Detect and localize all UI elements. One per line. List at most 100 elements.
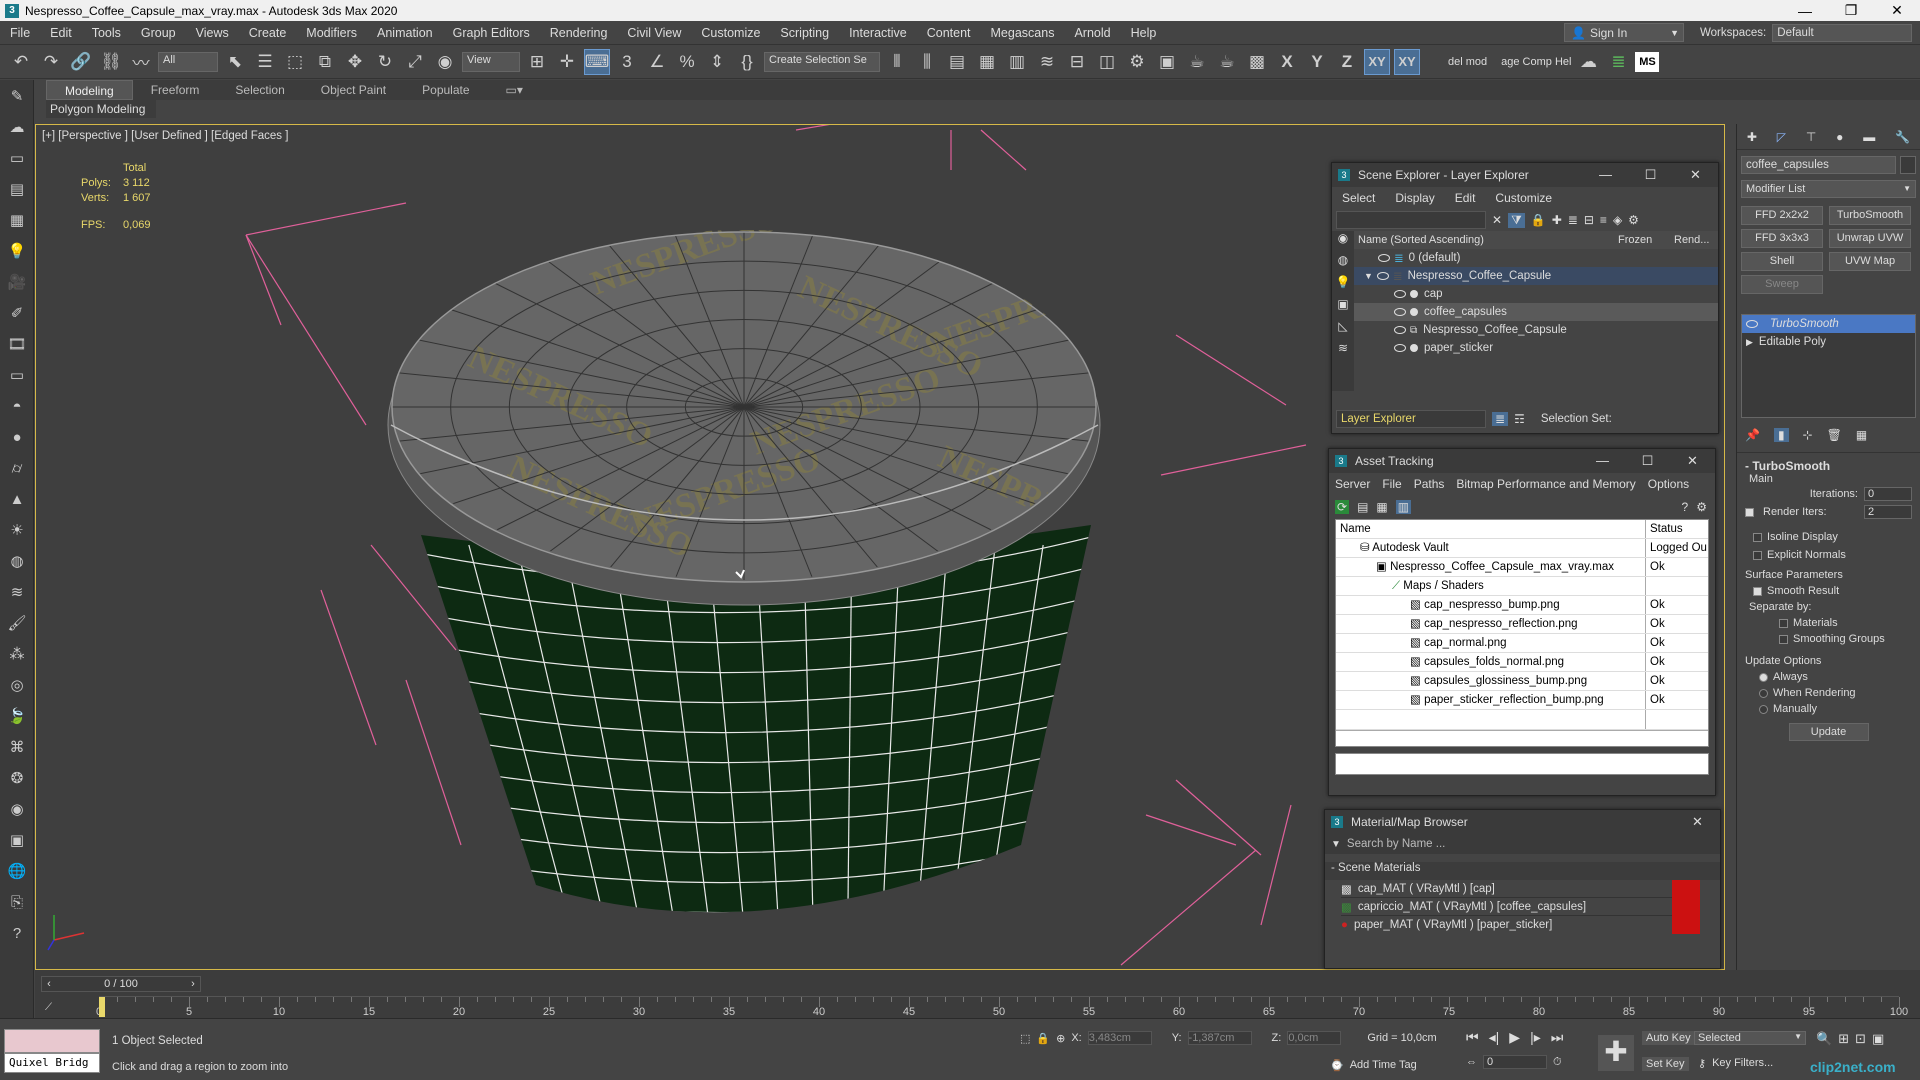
at-menu-options[interactable]: Options: [1642, 477, 1695, 491]
select-move-icon[interactable]: ✥: [342, 49, 368, 75]
close-icon[interactable]: ✕: [1675, 814, 1720, 830]
menu-megascans[interactable]: Megascans: [981, 26, 1065, 40]
asset-scrollbar[interactable]: [1336, 730, 1708, 746]
always-radio[interactable]: [1759, 672, 1768, 682]
set-key-big-icon[interactable]: ✚: [1598, 1035, 1634, 1071]
unlink-icon[interactable]: ⛓: [98, 49, 124, 75]
scatter-icon[interactable]: ⁂: [2, 639, 32, 669]
configure-sets-icon[interactable]: ▦: [1856, 428, 1867, 442]
bake-icon[interactable]: ▣: [2, 825, 32, 855]
globe-icon[interactable]: ◎: [2, 670, 32, 700]
object-row-coffee-capsules[interactable]: coffee_capsules: [1354, 303, 1718, 321]
make-unique-icon[interactable]: ⊹: [1803, 428, 1813, 442]
menu-rendering[interactable]: Rendering: [540, 26, 618, 40]
add-time-tag[interactable]: ⌚ Add Time Tag: [1330, 1059, 1417, 1072]
update-button[interactable]: Update: [1788, 723, 1869, 741]
axis-xy-cycle-button[interactable]: XY: [1394, 48, 1420, 75]
asset-tracking-titlebar[interactable]: 3 Asset Tracking — ☐ ✕: [1329, 449, 1715, 473]
tab-modeling[interactable]: Modeling: [46, 80, 133, 100]
expand-icon[interactable]: ▶: [1746, 337, 1753, 348]
asset-row[interactable]: ▧ paper_sticker_reflection_bump.png Ok: [1336, 691, 1708, 710]
smoothing-groups-checkbox[interactable]: [1779, 634, 1788, 644]
col-asset-status[interactable]: Status: [1645, 520, 1708, 538]
next-key-icon[interactable]: |▸: [1530, 1029, 1541, 1046]
sign-in-button[interactable]: 👤 Sign In ▼: [1564, 23, 1684, 42]
display-tab-icon[interactable]: ▬: [1863, 130, 1875, 144]
align-icon[interactable]: ⫼: [914, 49, 940, 75]
visibility-icon[interactable]: [1746, 320, 1758, 328]
col-asset-name[interactable]: Name: [1336, 520, 1645, 538]
menu-animation[interactable]: Animation: [367, 26, 443, 40]
reference-coord-dropdown[interactable]: View: [462, 51, 520, 72]
bind-space-warp-icon[interactable]: 〰: [128, 49, 154, 75]
clear-search-icon[interactable]: ✕: [1492, 213, 1502, 227]
schematic-view-icon[interactable]: ⊟: [1064, 49, 1090, 75]
modify-tab-icon[interactable]: ◸: [1777, 130, 1786, 144]
material-editor-icon[interactable]: ◫: [1094, 49, 1120, 75]
toggle-layer-explorer-icon[interactable]: ▦: [974, 49, 1000, 75]
chevron-down-icon[interactable]: ▼: [1331, 839, 1341, 850]
highlight-icon[interactable]: ◈: [1613, 213, 1622, 227]
asset-row[interactable]: ▧ cap_nespresso_bump.png Ok: [1336, 596, 1708, 615]
lamp-icon[interactable]: 💡: [2, 236, 32, 266]
at-menu-bitmap[interactable]: Bitmap Performance and Memory: [1450, 477, 1641, 491]
isolate-icon[interactable]: ⬚: [1020, 1032, 1030, 1045]
menu-modifiers[interactable]: Modifiers: [296, 26, 367, 40]
spiral-icon[interactable]: ❂: [2, 763, 32, 793]
modifier-list-dropdown[interactable]: Modifier List ▼: [1741, 180, 1916, 198]
maximize-button[interactable]: ❐: [1828, 2, 1874, 19]
key-mode-icon[interactable]: ⇔: [1466, 1056, 1477, 1068]
script-icon[interactable]: ⎘: [2, 887, 32, 917]
render-in-cloud-icon[interactable]: ▩: [1244, 49, 1270, 75]
utilities-tab-icon[interactable]: 🔧: [1895, 130, 1910, 144]
display-helpers-icon[interactable]: ◺: [1332, 319, 1354, 341]
visibility-icon[interactable]: [1394, 308, 1406, 316]
del-mod-button[interactable]: del mod: [1448, 56, 1487, 68]
mirror-icon[interactable]: ⫴: [884, 49, 910, 75]
viewport-label[interactable]: [+] [Perspective ] [User Defined ] [Edge…: [42, 130, 288, 142]
material-item-paper[interactable]: ● paper_MAT ( VRayMtl ) [paper_sticker]: [1341, 916, 1700, 934]
menu-group[interactable]: Group: [131, 26, 186, 40]
comp-help-button[interactable]: age Comp Hel: [1501, 56, 1571, 68]
turbosmooth-button[interactable]: TurboSmooth: [1829, 206, 1911, 225]
at-menu-server[interactable]: Server: [1329, 477, 1376, 491]
maximize-icon[interactable]: ☐: [1625, 453, 1670, 469]
pin-stack-icon[interactable]: 📌: [1745, 428, 1760, 442]
layer-row-nespresso[interactable]: ▼ ≣ Nespresso_Coffee_Capsule: [1354, 267, 1718, 285]
col-render[interactable]: Rend...: [1674, 234, 1718, 246]
se-menu-customize[interactable]: Customize: [1485, 191, 1562, 205]
menu-graph-editors[interactable]: Graph Editors: [443, 26, 540, 40]
rect-selection-icon[interactable]: ⬚: [282, 49, 308, 75]
spinner-snap-icon[interactable]: ⇕: [704, 49, 730, 75]
grid-icon[interactable]: ▦: [2, 205, 32, 235]
menu-customize[interactable]: Customize: [691, 26, 770, 40]
show-end-result-icon[interactable]: ▮: [1773, 428, 1789, 442]
go-to-start-icon[interactable]: ⏮: [1466, 1029, 1479, 1046]
timeline-track[interactable]: 0510152025303540455055606570758085909510…: [96, 996, 1908, 1018]
object-name-field[interactable]: coffee_capsules: [1741, 156, 1896, 174]
nested-layer-icon[interactable]: ⊟: [1584, 213, 1594, 227]
workspaces-dropdown[interactable]: Default: [1772, 23, 1912, 42]
key-mode-dropdown[interactable]: Selected ▼: [1694, 1031, 1806, 1045]
quixel-bridge-field[interactable]: Quixel Bridg: [4, 1053, 100, 1073]
unwrap-uvw-button[interactable]: Unwrap UVW: [1829, 229, 1911, 248]
play-icon[interactable]: ▶: [1509, 1029, 1520, 1046]
scene-materials-section[interactable]: - Scene Materials: [1325, 862, 1720, 880]
refresh-icon[interactable]: ⟳: [1335, 500, 1350, 514]
menu-views[interactable]: Views: [186, 26, 239, 40]
remove-modifier-icon[interactable]: 🗑: [1827, 428, 1842, 442]
redo-icon[interactable]: ↷: [38, 49, 64, 75]
select-icon[interactable]: ▭: [2, 143, 32, 173]
minimize-icon[interactable]: —: [1583, 167, 1628, 183]
maxscript-listener[interactable]: [4, 1029, 100, 1053]
hf-icon[interactable]: ⌘: [2, 732, 32, 762]
cone-icon[interactable]: ▲: [2, 484, 32, 514]
filter-icon[interactable]: ⧩: [1508, 212, 1525, 228]
go-to-end-icon[interactable]: ⏭: [1551, 1029, 1564, 1046]
ball-blue-icon[interactable]: ◉: [2, 794, 32, 824]
cloud-icon[interactable]: ☁: [1575, 49, 1601, 75]
object-row-cap[interactable]: cap: [1354, 285, 1718, 303]
material-browser-titlebar[interactable]: 3 Material/Map Browser ✕: [1325, 810, 1720, 834]
explorer-icon[interactable]: ☁: [2, 112, 32, 142]
current-frame-spinner[interactable]: 0: [1483, 1055, 1547, 1069]
